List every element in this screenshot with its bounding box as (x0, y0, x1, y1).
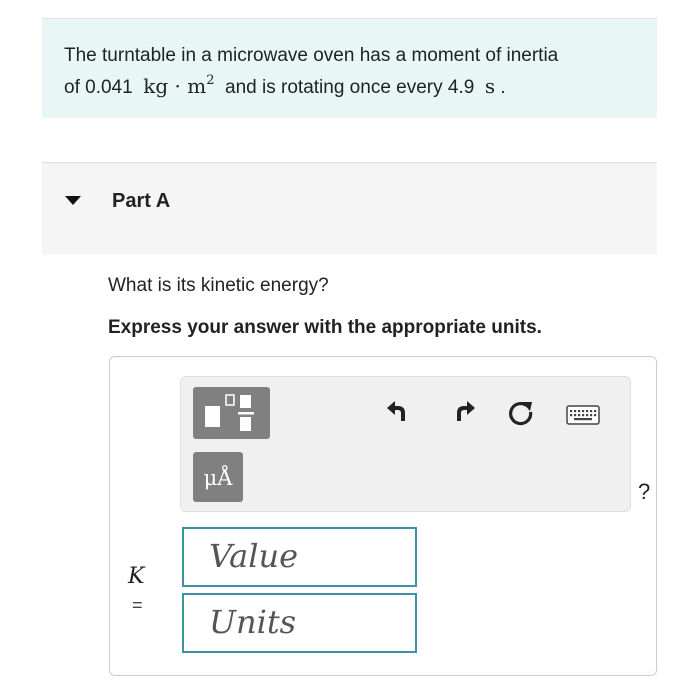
units-button[interactable]: μÅ (193, 452, 243, 502)
problem-period: . (500, 77, 506, 98)
units-input[interactable]: Units (182, 593, 417, 653)
unit-m: m (187, 74, 207, 98)
problem-line-2: of 0.041 kg · m2 and is rotating once ev… (64, 71, 635, 103)
undo-icon[interactable] (384, 397, 414, 427)
part-a-header[interactable]: Part A (42, 162, 657, 255)
problem-text-1: The turntable in a microwave oven has a … (64, 45, 559, 66)
unit-seconds: s (484, 74, 496, 98)
answer-variable: K (128, 564, 145, 589)
redo-icon[interactable] (448, 397, 478, 427)
math-toolbar: μÅ ? (180, 376, 650, 512)
inertia-unit: kg · m2 (143, 74, 214, 98)
instruction-text: Express your answer with the appropriate… (108, 317, 542, 338)
help-button[interactable]: ? (638, 479, 650, 505)
unit-exponent: 2 (206, 73, 215, 88)
templates-icon (205, 394, 254, 431)
unit-dot: · (174, 74, 181, 98)
problem-text-2: of 0.041 (64, 77, 133, 98)
equals-sign: = (132, 595, 143, 615)
problem-line-1: The turntable in a microwave oven has a … (64, 41, 635, 71)
keyboard-icon[interactable] (566, 405, 600, 427)
value-input[interactable]: Value (182, 527, 417, 587)
templates-button[interactable] (193, 387, 270, 439)
part-title: Part A (112, 190, 171, 212)
question-text: What is its kinetic energy? (108, 275, 329, 296)
problem-text-3: and is rotating once every 4.9 (225, 77, 475, 98)
answer-box: μÅ ? K = Value Units (109, 356, 657, 676)
reset-icon[interactable] (506, 399, 536, 429)
problem-statement: The turntable in a microwave oven has a … (42, 18, 657, 118)
collapse-caret-icon[interactable] (65, 196, 81, 205)
unit-kg: kg (143, 74, 169, 98)
